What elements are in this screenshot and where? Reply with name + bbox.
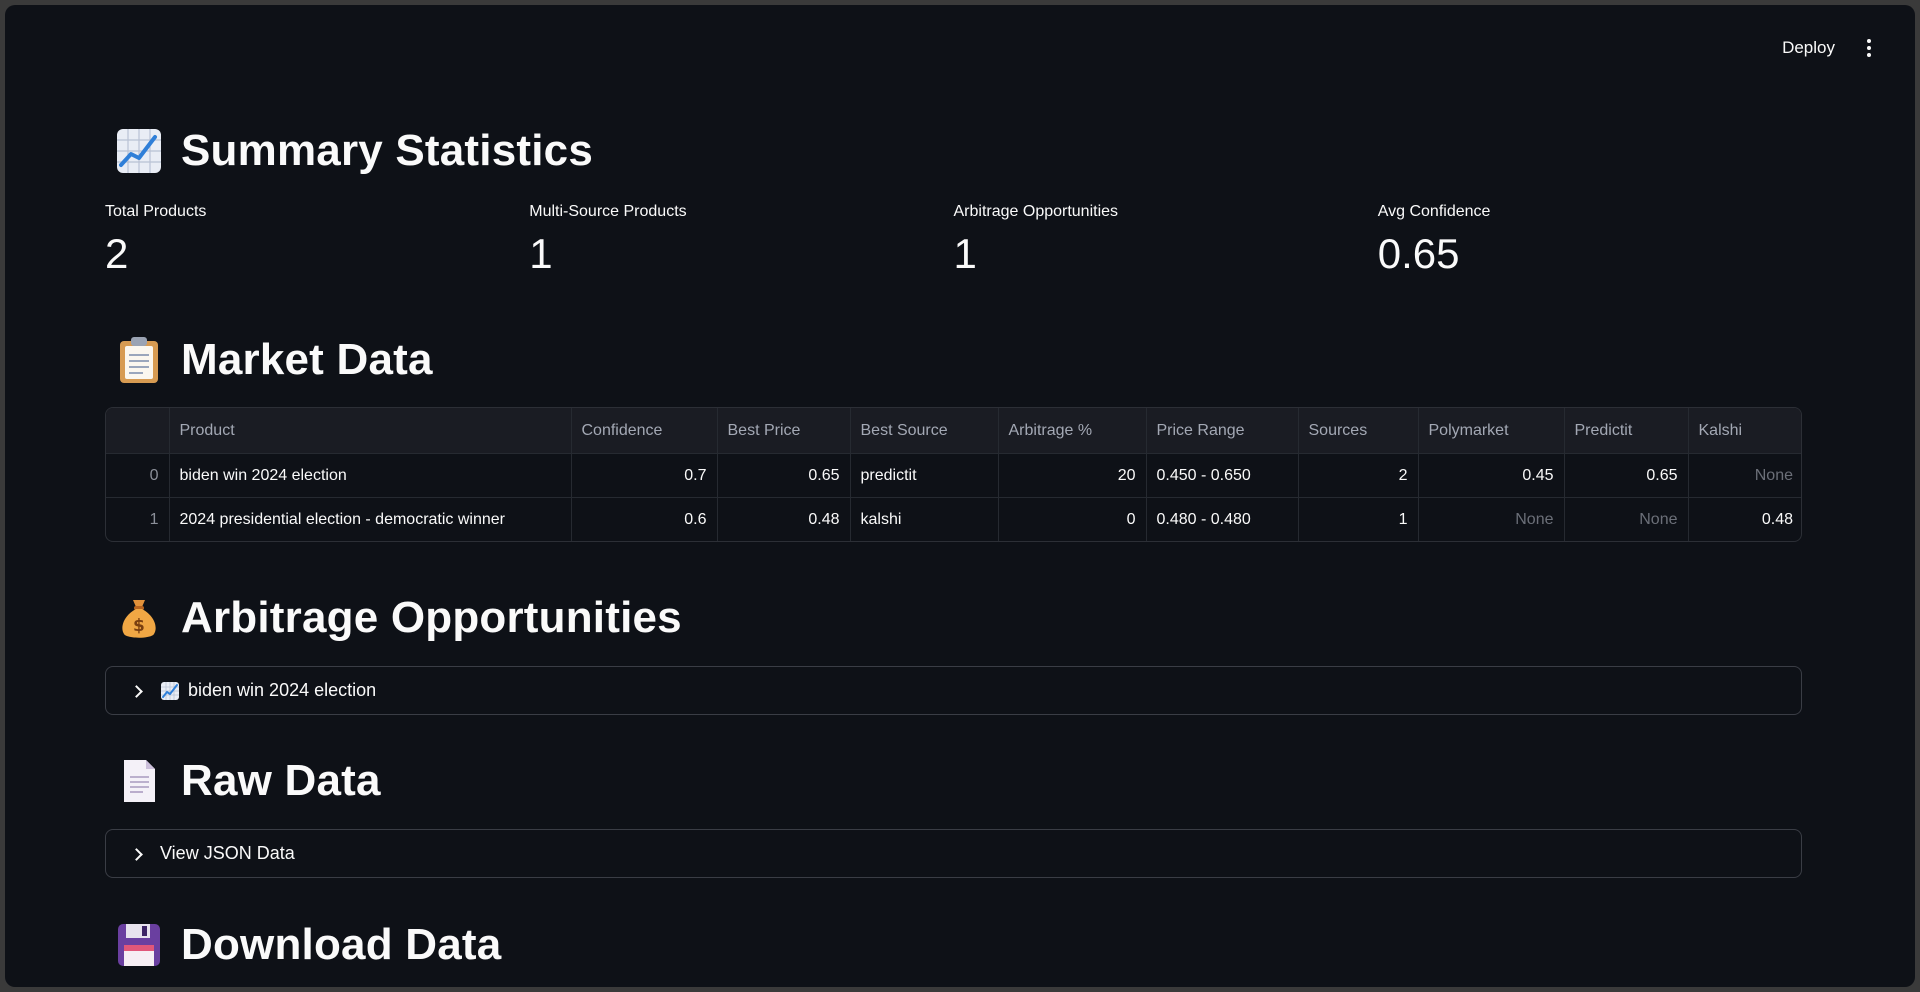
chart-increasing-icon [115,127,163,175]
table-cell[interactable]: 0.65 [1564,453,1689,498]
table-cell[interactable]: 0 [106,453,170,498]
table-cell[interactable]: 2024 presidential election - democratic … [169,497,572,541]
metric-label: Multi-Source Products [529,203,687,220]
metric-avg-confidence: Avg Confidence 0.65 [1378,200,1802,276]
metric-label: Arbitrage Opportunities [953,203,1119,220]
table-cell[interactable]: None [1688,453,1801,498]
clipboard-icon [115,336,163,384]
arbitrage-heading: $ Arbitrage Opportunities [105,590,682,646]
metric-value: 0.65 [1377,230,1460,277]
money-bag-icon: $ [115,594,163,642]
table-cell[interactable]: None [1418,497,1565,541]
table-cell[interactable]: 0.65 [717,453,851,498]
summary-heading: Summary Statistics [105,123,593,179]
column-header-polymarket[interactable]: Polymarket [1418,408,1565,454]
metric-value: 1 [529,230,553,277]
table-cell[interactable]: 2 [1298,453,1419,498]
expander-label: View JSON Data [160,843,295,863]
deploy-button[interactable]: Deploy [1770,33,1847,63]
table-header-row: Product Confidence Best Price Best Sourc… [106,408,1801,454]
table-row: 0 biden win 2024 election 0.7 0.65 predi… [106,453,1801,498]
column-header-confidence[interactable]: Confidence [571,408,718,454]
raw-heading: Raw Data [105,753,381,809]
table-cell[interactable]: 0.48 [1688,498,1801,542]
download-title: Download Data [181,920,502,969]
metric-multi-source-products: Multi-Source Products 1 [529,200,953,276]
table-cell[interactable]: biden win 2024 election [169,453,572,498]
column-header-product[interactable]: Product [169,408,572,454]
expander-label: biden win 2024 election [188,680,377,700]
table-cell[interactable]: 0.7 [571,453,718,498]
column-header-predictit[interactable]: Predictit [1564,408,1689,454]
metric-arbitrage-opportunities: Arbitrage Opportunities 1 [954,200,1378,276]
column-header-index[interactable] [106,408,170,454]
table-cell[interactable]: 0.48 [717,497,851,541]
column-header-kalshi[interactable]: Kalshi [1688,408,1801,454]
market-title: Market Data [181,335,433,384]
chevron-right-icon [128,681,148,701]
table-cell[interactable]: None [1564,497,1689,541]
table-cell[interactable]: 0.480 - 0.480 [1146,497,1299,541]
metric-label: Total Products [105,203,207,220]
chevron-right-icon [128,844,148,864]
metric-label: Avg Confidence [1377,203,1491,220]
table-cell[interactable]: predictit [850,453,999,498]
download-heading: Download Data [105,917,501,973]
floppy-disk-icon [115,921,163,969]
table-cell[interactable]: 0 [998,497,1147,541]
app-window: Deploy Summary Statistics Total Products [5,5,1915,987]
raw-json-expander[interactable]: View JSON Data [105,829,1802,878]
column-header-price-range[interactable]: Price Range [1146,408,1299,454]
chart-increasing-icon [160,681,180,701]
metric-total-products: Total Products 2 [105,200,529,276]
table-cell[interactable]: 0.6 [571,497,718,541]
table-cell[interactable]: 0.45 [1418,453,1565,498]
table-row: 1 2024 presidential election - democrati… [106,497,1801,542]
table-cell[interactable]: 1 [1298,497,1419,541]
column-header-arbitrage-pct[interactable]: Arbitrage % [998,408,1147,454]
column-header-best-price[interactable]: Best Price [717,408,851,454]
summary-title: Summary Statistics [181,126,593,175]
page-document-icon [115,757,163,805]
top-bar: Deploy [5,5,1915,85]
arbitrage-title: Arbitrage Opportunities [181,593,682,642]
column-header-best-source[interactable]: Best Source [850,408,999,454]
main-menu-icon[interactable] [1857,34,1881,62]
metric-value: 2 [105,230,129,277]
metrics-row: Total Products 2 Multi-Source Products 1… [105,200,1802,276]
market-data-table[interactable]: Product Confidence Best Price Best Sourc… [105,407,1802,542]
table-cell[interactable]: 0.450 - 0.650 [1146,453,1299,498]
arbitrage-expander[interactable]: biden win 2024 election [105,666,1802,715]
table-cell[interactable]: 1 [106,497,170,541]
metric-value: 1 [953,230,977,277]
column-header-sources[interactable]: Sources [1298,408,1419,454]
svg-text:$: $ [133,616,145,636]
table-cell[interactable]: 20 [998,453,1147,498]
market-heading: Market Data [105,332,433,388]
table-cell[interactable]: kalshi [850,497,999,541]
raw-title: Raw Data [181,756,381,805]
